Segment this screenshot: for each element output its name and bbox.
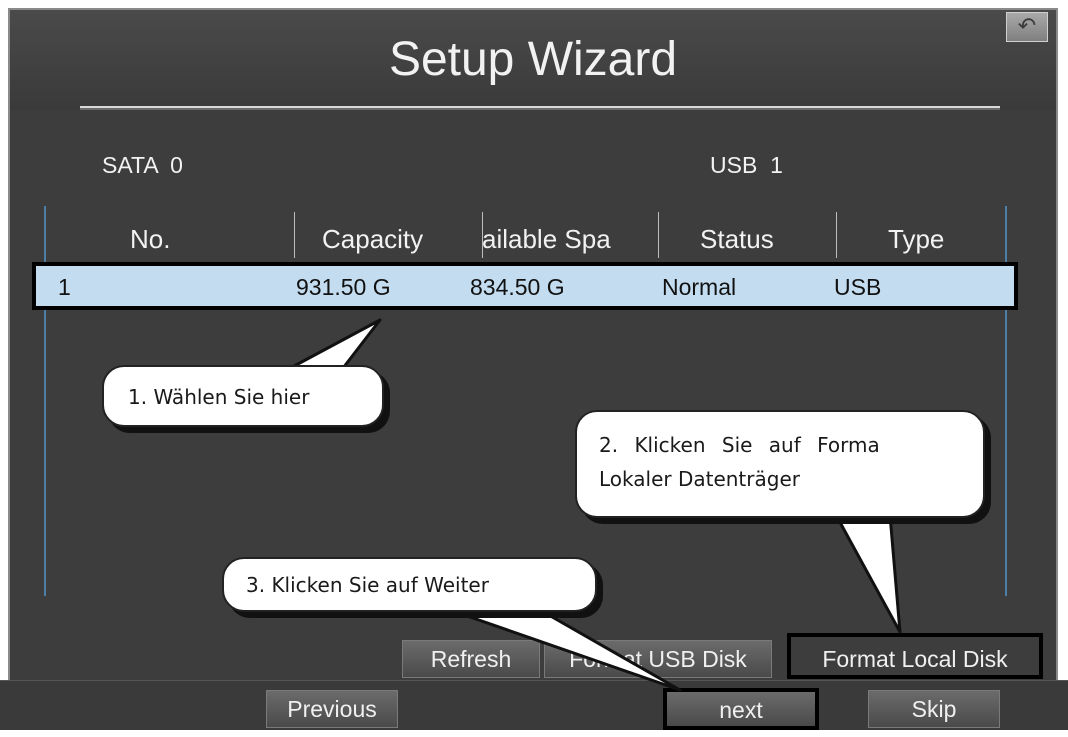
column-separator <box>836 212 837 258</box>
callout-step-3: 3. Klicken Sie auf Weiter <box>222 557 597 612</box>
header-no[interactable]: No. <box>130 224 170 255</box>
title-divider <box>80 106 1000 108</box>
back-arrow-icon: ↶ <box>1017 13 1037 38</box>
usb-disk-count: USB 1 <box>710 152 783 178</box>
callout-step-2: 2. Klicken Sie auf Forma Lokaler Datentr… <box>575 410 985 518</box>
column-separator <box>294 212 295 258</box>
cell-type: USB <box>834 274 882 300</box>
title-bar: Setup Wizard ↶ <box>10 10 1056 110</box>
format-usb-disk-button[interactable]: Format USB Disk <box>544 640 772 678</box>
table-row[interactable]: 1 931.50 G 834.50 G Normal USB <box>32 262 1018 310</box>
back-button[interactable]: ↶ <box>1006 12 1048 42</box>
cell-capacity: 931.50 G <box>296 274 391 300</box>
callout-step-3-text: 3. Klicken Sie auf Weiter <box>246 573 489 597</box>
header-available-space[interactable]: ailable Spa <box>482 224 654 255</box>
callout-step-2-line-1: 2. Klicken Sie auf Forma <box>599 433 880 457</box>
cell-no: 1 <box>58 274 71 300</box>
header-type[interactable]: Type <box>888 224 944 255</box>
callout-step-1-text: 1. Wählen Sie hier <box>128 385 310 409</box>
column-separator <box>658 212 659 258</box>
cell-available-space: 834.50 G <box>470 274 565 300</box>
header-status[interactable]: Status <box>700 224 774 255</box>
cell-status: Normal <box>662 274 737 300</box>
header-capacity[interactable]: Capacity <box>322 224 423 255</box>
page-title: Setup Wizard <box>388 33 678 86</box>
format-local-disk-button[interactable]: Format Local Disk <box>787 633 1043 679</box>
sata-disk-count: SATA 0 <box>102 152 183 178</box>
callout-step-1: 1. Wählen Sie hier <box>102 365 384 427</box>
previous-button[interactable]: Previous <box>266 690 398 728</box>
next-button[interactable]: next <box>663 688 819 730</box>
callout-step-2-line-2: Lokaler Datenträger <box>599 467 800 491</box>
refresh-button[interactable]: Refresh <box>402 640 540 678</box>
skip-button[interactable]: Skip <box>868 690 1000 728</box>
